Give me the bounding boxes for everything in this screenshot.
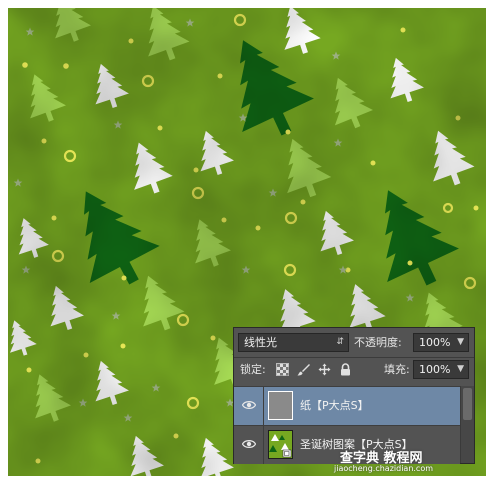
lock-transparent-icon[interactable] <box>276 363 289 376</box>
layer-row-paper[interactable]: 纸【P大点S】 <box>234 386 460 425</box>
layer-name[interactable]: 纸【P大点S】 <box>300 387 369 425</box>
fill-value: 100% <box>419 363 451 376</box>
visibility-toggle[interactable] <box>234 426 264 464</box>
watermark: 查字典 教程网 jiaocheng.chazidian.com <box>330 447 490 477</box>
visibility-toggle[interactable] <box>234 387 264 425</box>
smart-object-thumbnail <box>269 431 292 458</box>
layers-panel: 线性光 ⇵ 不透明度: 100% ▼ 锁定: 填充: 100% ▼ 纸【P大点S… <box>233 327 475 464</box>
scrollbar-thumb[interactable] <box>463 388 472 420</box>
lock-row: 锁定: 填充: 100% ▼ <box>234 359 474 381</box>
blend-row: 线性光 ⇵ 不透明度: 100% ▼ <box>234 332 474 354</box>
eye-icon[interactable] <box>242 438 256 450</box>
lock-brush-icon[interactable] <box>297 363 310 376</box>
opacity-input[interactable]: 100% ▼ <box>413 333 469 352</box>
blend-mode-select[interactable]: 线性光 ⇵ <box>238 333 349 352</box>
eye-icon[interactable] <box>242 399 256 411</box>
opacity-label: 不透明度: <box>354 336 402 349</box>
opacity-dropdown-icon[interactable]: ▼ <box>457 334 464 351</box>
fill-label: 填充: <box>384 363 410 376</box>
lock-all-icon[interactable] <box>339 363 352 376</box>
fill-dropdown-icon[interactable]: ▼ <box>457 361 464 378</box>
watermark-url: jiaocheng.chazidian.com <box>334 464 434 473</box>
divider <box>234 357 474 358</box>
layer-thumbnail <box>268 391 293 420</box>
opacity-value: 100% <box>419 336 451 349</box>
blend-mode-value: 线性光 <box>244 336 277 349</box>
fill-input[interactable]: 100% ▼ <box>413 360 469 379</box>
lock-label: 锁定: <box>240 363 266 376</box>
lock-move-icon[interactable] <box>318 363 331 376</box>
layer-thumbnail <box>268 430 293 459</box>
select-caret-icon: ⇵ <box>336 337 344 347</box>
